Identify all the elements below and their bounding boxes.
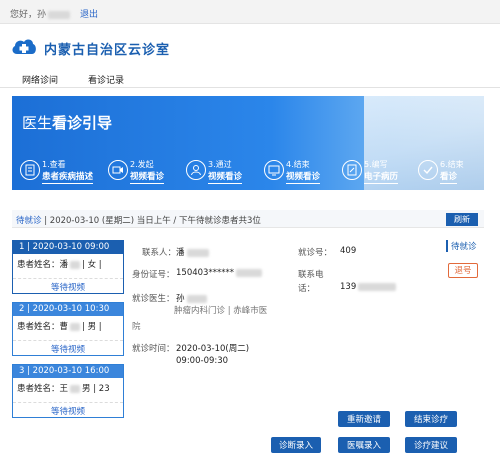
reinvite-button[interactable]: 重新邀请 (338, 411, 390, 427)
cancel-registration-button[interactable]: 退号 (448, 263, 478, 278)
queue-card-patient: 患者姓名：王男 | 23 (17, 384, 110, 394)
id-label: 身份证号： (132, 270, 175, 280)
guide-step: 2.发起 视频看诊 (108, 158, 183, 184)
visit-time-range: 09:00-09:30 (176, 356, 229, 366)
video-call-icon (108, 160, 128, 180)
patient-detail-panel: 联系人： 潘 就诊号： 409 身份证号： 150403****** 联系电 话… (132, 238, 482, 378)
guide-steps: 1.查看 患者疾病描述 2.发起 视频看诊 3.通过 视频看诊 4.结束 视频看… (20, 158, 480, 186)
edit-record-icon (342, 160, 362, 180)
treatment-advice-button[interactable]: 诊疗建议 (405, 437, 457, 453)
end-video-icon (264, 160, 284, 180)
queue-card-header: 2 | 2020-03-10 10:30 (13, 303, 123, 316)
id-value: 150403****** (176, 268, 262, 278)
guide-banner: 医生看诊引导 1.查看 患者疾病描述 2.发起 视频看诊 3.通过 视频看诊 4… (12, 96, 484, 190)
brand-title: 内蒙古自治区云诊室 (44, 43, 171, 58)
order-entry-button[interactable]: 医嘱录入 (338, 437, 390, 453)
refresh-button[interactable]: 刷新 (446, 213, 478, 226)
guide-step: 5.编写 电子病历 (342, 158, 417, 184)
phone-label-cont: 话： (298, 284, 316, 294)
banner-title: 医生看诊引导 (22, 114, 113, 132)
queue-card[interactable]: 2 | 2020-03-10 10:30 患者姓名：曹 | 男 | 等待视频 (12, 302, 124, 356)
queue-card-patient: 患者姓名：潘 | 女 | (17, 260, 102, 270)
queue-card[interactable]: 3 | 2020-03-10 16:00 患者姓名：王男 | 23 等待视频 (12, 364, 124, 418)
end-treatment-button[interactable]: 结束诊疗 (405, 411, 457, 427)
diagnosis-entry-button[interactable]: 诊断录入 (271, 437, 321, 453)
guide-step: 4.结束 视频看诊 (264, 158, 339, 184)
tab-network-consult[interactable]: 网络诊间 (22, 73, 58, 86)
phone-label: 联系电 (298, 270, 324, 280)
finish-icon (418, 160, 438, 180)
consult-icon (186, 160, 206, 180)
queue-card-status[interactable]: 等待视频 (13, 402, 123, 417)
document-icon (20, 160, 40, 180)
waiting-summary-text: 待就诊 | 2020-03-10 (星期二) 当日上午 / 下午待就诊患者共3位 (16, 216, 261, 226)
waiting-summary-bar: 待就诊 | 2020-03-10 (星期二) 当日上午 / 下午待就诊患者共3位… (12, 210, 484, 228)
redacted-name (48, 10, 71, 19)
tab-visit-records[interactable]: 看诊记录 (88, 73, 124, 86)
top-bar: 您好，孙 退出 (0, 0, 500, 24)
queue-card-patient: 患者姓名：曹 | 男 | (17, 322, 102, 332)
waiting-status-tag: 待就诊 (446, 240, 477, 252)
visit-time-date: 2020-03-10(周二) (176, 344, 250, 354)
doctor-value: 孙 (176, 292, 207, 304)
visit-no-label: 就诊号： (298, 248, 333, 258)
guide-step: 1.查看 患者疾病描述 (20, 158, 95, 184)
guide-step: 3.通过 视频看诊 (186, 158, 261, 184)
doctor-label: 就诊医生： (132, 294, 175, 304)
phone-value: 139 (340, 282, 397, 292)
greeting-text: 您好，孙 (10, 7, 71, 20)
queue-card-header: 1 | 2020-03-10 09:00 (13, 241, 123, 254)
queue-card-status[interactable]: 等待视频 (13, 278, 123, 293)
visit-time-label: 就诊时间： (132, 344, 175, 354)
visit-no-value: 409 (340, 246, 357, 256)
queue-card[interactable]: 1 | 2020-03-10 09:00 患者姓名：潘 | 女 | 等待视频 (12, 240, 124, 294)
guide-step: 6.结束 看诊 (418, 158, 484, 184)
queue-card-status[interactable]: 等待视频 (13, 340, 123, 355)
contact-value: 潘 (176, 246, 209, 258)
nav-tabs: 网络诊间 看诊记录 (0, 70, 500, 88)
logout-link[interactable]: 退出 (80, 7, 98, 20)
contact-label: 联系人： (142, 248, 177, 258)
hospital-text: 肿瘤内科门诊 | 赤峰市医 (174, 306, 268, 316)
queue-card-header: 3 | 2020-03-10 16:00 (13, 365, 123, 378)
cloud-logo-icon (12, 39, 36, 54)
hospital-text-cont: 院 (132, 322, 141, 332)
